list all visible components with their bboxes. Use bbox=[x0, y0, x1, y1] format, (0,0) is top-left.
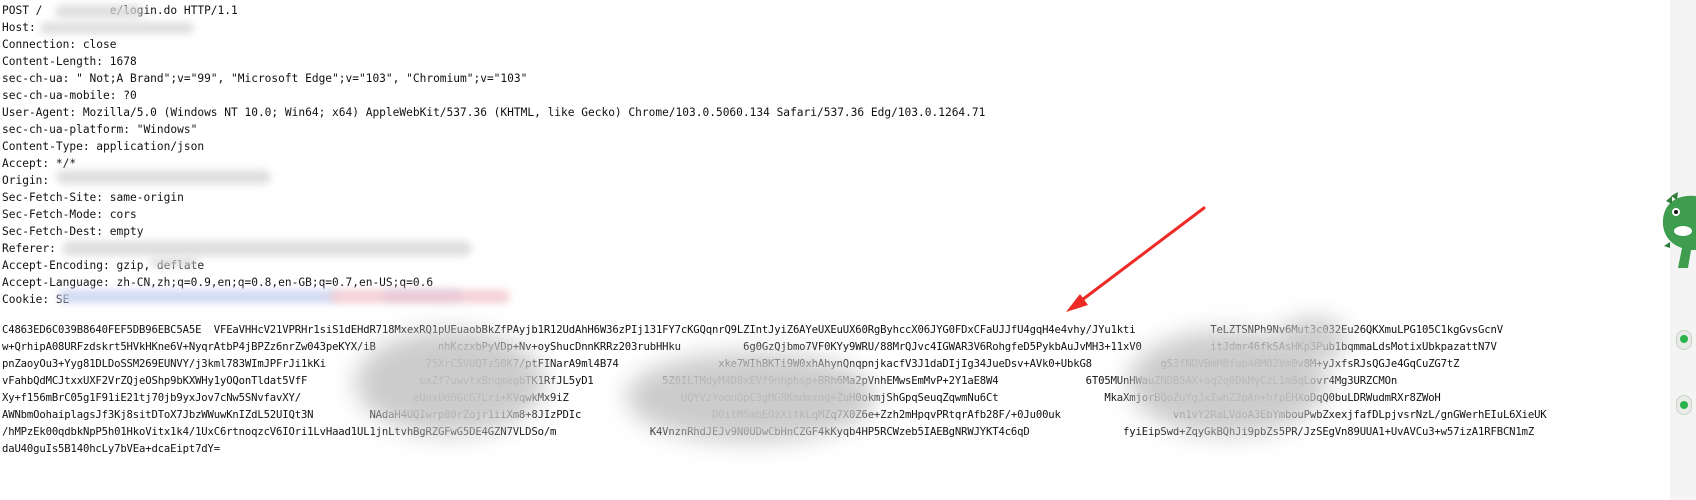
scroll-indicator bbox=[1680, 335, 1688, 343]
raw-request-editor[interactable]: POST / e/login.do HTTP/1.1 Host: Connect… bbox=[0, 0, 1671, 500]
red-arrow-icon bbox=[1066, 206, 1206, 312]
scroll-indicator bbox=[1680, 401, 1688, 409]
dinosaur-mascot-icon bbox=[1662, 192, 1696, 268]
